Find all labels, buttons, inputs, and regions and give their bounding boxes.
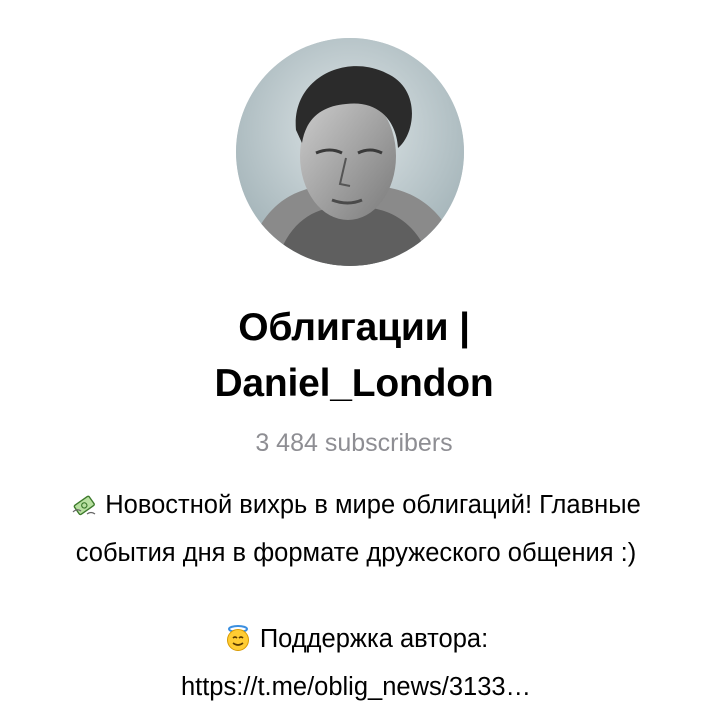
subscriber-count: 3 484 subscribers [255,429,453,457]
channel-description: Новостной вихрь в мире облигаций! Главны… [18,484,694,709]
description-line-3: Поддержка автора: [18,618,694,666]
description-spacer [18,575,694,618]
description-text-1: Новостной вихрь в мире облигаций! Главны… [105,491,641,519]
author-support-link[interactable]: https://t.me/oblig_news/3133… [18,666,694,709]
channel-title: Облигации | Daniel_London [0,300,708,412]
description-text-3: Поддержка автора: [259,625,489,653]
channel-title-line-1: Облигации | [238,306,470,349]
description-line-2: события дня в формате дружеского общения… [75,539,637,567]
smiling-face-with-halo-icon [224,623,252,666]
channel-title-line-2: Daniel_London [214,362,494,405]
channel-avatar[interactable] [236,38,464,266]
money-with-wings-icon [71,489,97,532]
avatar-portrait [236,38,464,266]
description-line-1: Новостной вихрь в мире облигаций! Главны… [18,484,694,532]
